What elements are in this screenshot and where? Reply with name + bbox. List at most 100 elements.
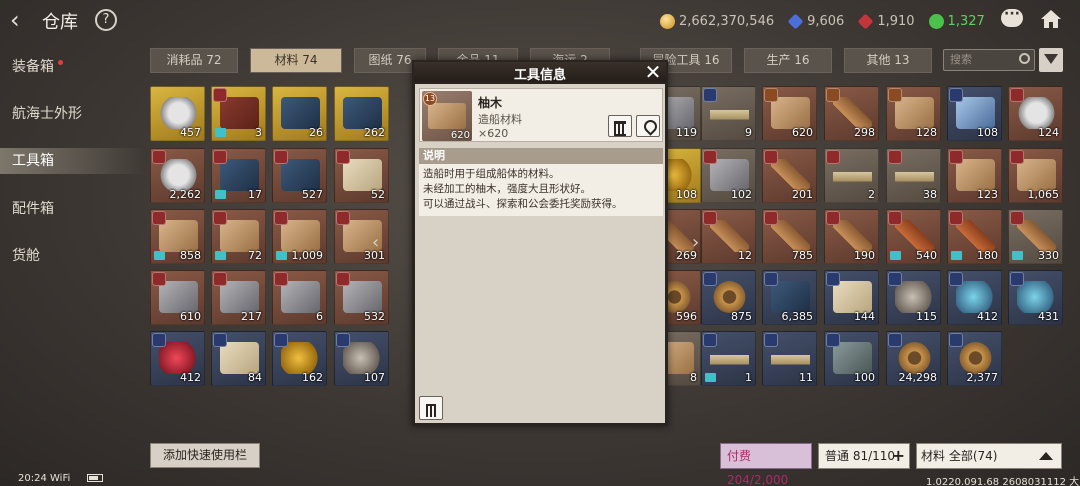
item-slot[interactable]: 201 bbox=[762, 148, 817, 203]
item-slot[interactable]: 12 bbox=[701, 209, 756, 264]
grade-badge bbox=[888, 333, 902, 347]
item-slot[interactable]: 108 bbox=[947, 86, 1002, 141]
grade-badge bbox=[949, 211, 963, 225]
sidebar-item-toolbox[interactable]: 工具箱 bbox=[0, 148, 145, 174]
item-slot[interactable]: 1,009 bbox=[272, 209, 327, 264]
grade-badge bbox=[764, 88, 778, 102]
item-slot[interactable]: 6 bbox=[272, 270, 327, 325]
item-slot[interactable]: 527 bbox=[272, 148, 327, 203]
item-slot[interactable]: 144 bbox=[824, 270, 879, 325]
item-slot[interactable]: 123 bbox=[947, 148, 1002, 203]
item-slot[interactable]: 620 bbox=[762, 86, 817, 141]
item-quantity: ×620 bbox=[478, 127, 509, 140]
item-slot[interactable]: 190 bbox=[824, 209, 879, 264]
grade-badge bbox=[764, 333, 778, 347]
item-count: 11 bbox=[799, 371, 813, 384]
normal-capacity[interactable]: 普通 81/110 + bbox=[818, 443, 910, 469]
add-quickbar-button[interactable]: 添加快速使用栏 bbox=[150, 443, 260, 468]
item-slot[interactable]: 38 bbox=[886, 148, 941, 203]
back-button[interactable]: ‹ bbox=[10, 7, 32, 33]
grade-badge bbox=[764, 272, 778, 286]
item-icon bbox=[1017, 281, 1056, 313]
item-slot[interactable]: 540 bbox=[886, 209, 941, 264]
grade-badge bbox=[336, 333, 350, 347]
grade-badge bbox=[274, 333, 288, 347]
item-slot[interactable]: 2 bbox=[824, 148, 879, 203]
category-select[interactable]: 材料 全部(74) bbox=[916, 443, 1062, 469]
item-slot[interactable]: 6,385 bbox=[762, 270, 817, 325]
item-icon bbox=[833, 281, 872, 313]
grade-badge bbox=[826, 272, 840, 286]
item-slot[interactable]: 262 bbox=[334, 86, 389, 141]
bank-icon bbox=[276, 251, 287, 260]
bank-button[interactable] bbox=[608, 115, 632, 137]
home-icon[interactable] bbox=[1040, 8, 1062, 30]
item-slot[interactable]: 431 bbox=[1008, 270, 1063, 325]
item-slot[interactable]: 17 bbox=[211, 148, 266, 203]
item-icon bbox=[159, 281, 198, 313]
item-slot[interactable]: 875 bbox=[701, 270, 756, 325]
item-slot[interactable]: 52 bbox=[334, 148, 389, 203]
help-button[interactable]: ? bbox=[95, 9, 117, 31]
item-icon bbox=[281, 342, 320, 374]
item-icon bbox=[956, 220, 995, 252]
item-slot[interactable]: 72 bbox=[211, 209, 266, 264]
item-slot[interactable]: 785 bbox=[762, 209, 817, 264]
item-slot[interactable]: 107 bbox=[334, 331, 389, 386]
chat-icon[interactable] bbox=[1001, 6, 1023, 27]
item-icon bbox=[956, 342, 995, 374]
grade-badge bbox=[826, 333, 840, 347]
bank-icon bbox=[1012, 251, 1023, 260]
item-slot[interactable]: 2,377 bbox=[947, 331, 1002, 386]
item-count: 412 bbox=[180, 371, 201, 384]
item-slot[interactable]: 115 bbox=[886, 270, 941, 325]
item-count: 9 bbox=[745, 126, 752, 139]
item-slot[interactable]: 24,298 bbox=[886, 331, 941, 386]
item-slot[interactable]: 128 bbox=[886, 86, 941, 141]
item-slot[interactable]: 330 bbox=[1008, 209, 1063, 264]
item-slot[interactable]: 180 bbox=[947, 209, 1002, 264]
bank-icon bbox=[890, 251, 901, 260]
item-slot[interactable]: 1 bbox=[701, 331, 756, 386]
filter-button[interactable] bbox=[1039, 48, 1063, 72]
item-slot[interactable]: 102 bbox=[701, 148, 756, 203]
item-slot[interactable]: 26 bbox=[272, 86, 327, 141]
item-slot[interactable]: 3 bbox=[211, 86, 266, 141]
location-button[interactable] bbox=[636, 115, 660, 137]
sidebar-item-cargo[interactable]: 货舱 bbox=[0, 243, 145, 269]
item-slot[interactable]: 9 bbox=[701, 86, 756, 141]
item-slot[interactable]: 2,262 bbox=[150, 148, 205, 203]
item-slot[interactable]: 217 bbox=[211, 270, 266, 325]
item-count: 12 bbox=[738, 249, 752, 262]
item-slot[interactable]: 858 bbox=[150, 209, 205, 264]
item-slot[interactable]: 532 bbox=[334, 270, 389, 325]
description-line: 可以通过战斗、探索和公会委托奖励获得。 bbox=[423, 198, 623, 210]
chevron-left-icon[interactable]: ‹ bbox=[372, 232, 384, 253]
delete-button[interactable] bbox=[419, 396, 443, 420]
item-slot[interactable]: 610 bbox=[150, 270, 205, 325]
item-icon bbox=[771, 342, 810, 374]
item-icon bbox=[220, 220, 259, 252]
item-slot[interactable]: 412 bbox=[150, 331, 205, 386]
red-gem-icon bbox=[857, 13, 874, 29]
item-slot[interactable]: 1,065 bbox=[1008, 148, 1063, 203]
item-slot[interactable]: 298 bbox=[824, 86, 879, 141]
close-button[interactable]: ✕ bbox=[642, 61, 664, 83]
item-slot[interactable]: 100 bbox=[824, 331, 879, 386]
sidebar-item-equipment[interactable]: 装备箱 bbox=[0, 54, 145, 80]
item-icon bbox=[956, 281, 995, 313]
chevron-right-icon[interactable]: › bbox=[692, 232, 704, 253]
item-slot[interactable]: 162 bbox=[272, 331, 327, 386]
item-slot[interactable]: 457 bbox=[150, 86, 205, 141]
tab-materials[interactable]: 材料 74 bbox=[250, 48, 342, 73]
search-input[interactable]: 搜索 bbox=[943, 49, 1035, 71]
tab-consumables[interactable]: 消耗品 72 bbox=[150, 48, 238, 73]
item-slot[interactable]: 11 bbox=[762, 331, 817, 386]
sidebar-item-parts[interactable]: 配件箱 bbox=[0, 196, 145, 222]
item-slot[interactable]: 124 bbox=[1008, 86, 1063, 141]
tab-other[interactable]: 其他 13 bbox=[844, 48, 932, 73]
item-slot[interactable]: 84 bbox=[211, 331, 266, 386]
item-slot[interactable]: 412 bbox=[947, 270, 1002, 325]
tab-production[interactable]: 生产 16 bbox=[744, 48, 832, 73]
sidebar-item-sailor-appearance[interactable]: 航海士外形 bbox=[0, 101, 145, 127]
